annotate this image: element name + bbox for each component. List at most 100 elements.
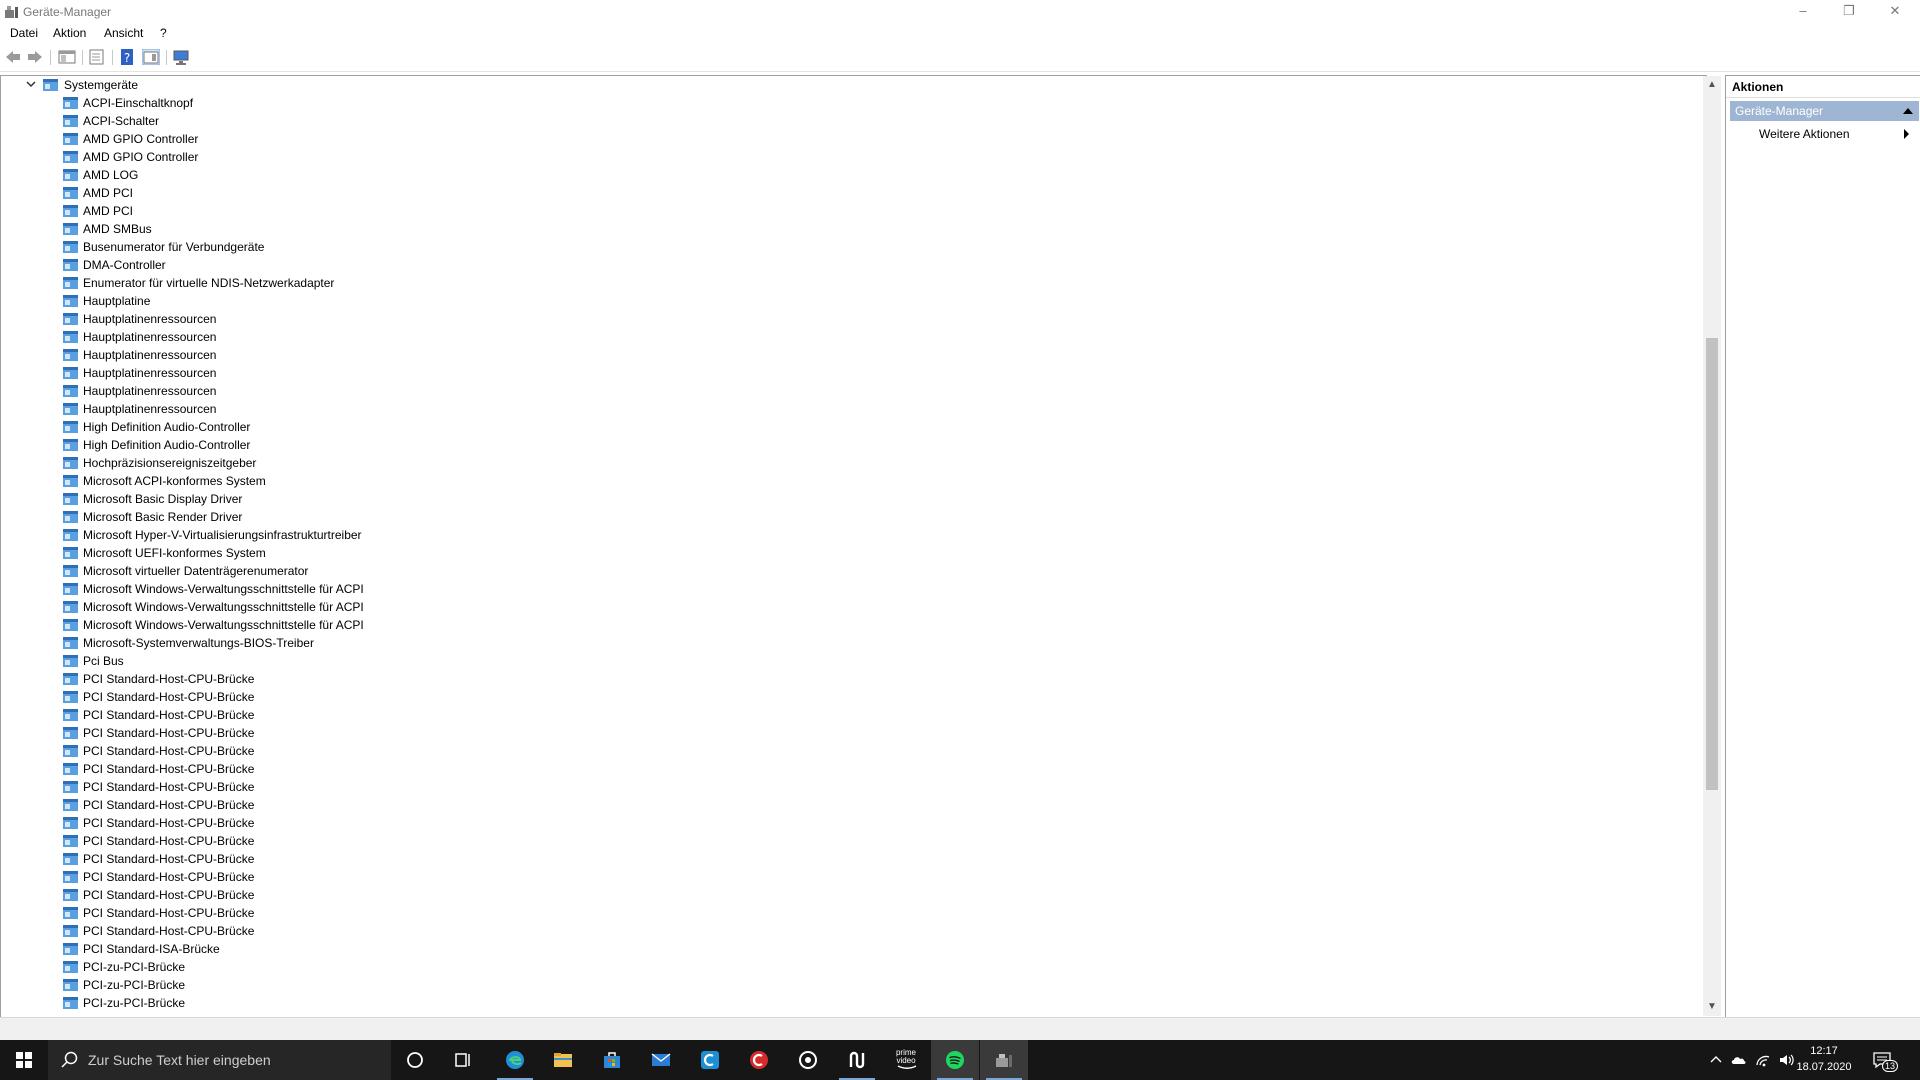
device-item[interactable]: PCI Standard-Host-CPU-Brücke — [1, 886, 1701, 904]
device-item[interactable]: PCI Standard-Host-CPU-Brücke — [1, 706, 1701, 724]
device-item[interactable]: AMD LOG — [1, 166, 1701, 184]
vertical-scrollbar[interactable]: ▲ ▼ — [1703, 76, 1721, 1016]
volume-icon[interactable] — [1778, 1052, 1794, 1068]
device-item[interactable]: Microsoft ACPI-konformes System — [1, 472, 1701, 490]
chevron-up-icon[interactable] — [1708, 1052, 1724, 1068]
close-button[interactable]: ✕ — [1872, 0, 1918, 24]
title-bar: Geräte-Manager – ❐ ✕ — [0, 0, 1920, 24]
mail-icon — [651, 1053, 671, 1066]
restore-button[interactable]: ❐ — [1826, 0, 1872, 24]
scroll-up-arrow-icon[interactable]: ▲ — [1703, 76, 1721, 94]
tree-category-systemgeraete[interactable]: Systemgeräte — [1, 76, 1701, 94]
menu-ansicht[interactable]: Ansicht — [104, 26, 143, 40]
device-manager-taskbar-button[interactable] — [980, 1040, 1028, 1080]
device-item[interactable]: AMD SMBus — [1, 220, 1701, 238]
device-item[interactable]: Hauptplatinenressourcen — [1, 364, 1701, 382]
device-item[interactable]: Microsoft virtueller Datenträgerenumerat… — [1, 562, 1701, 580]
device-item[interactable]: High Definition Audio-Controller — [1, 418, 1701, 436]
system-device-icon — [63, 547, 78, 559]
device-item[interactable]: Microsoft-Systemverwaltungs-BIOS-Treiber — [1, 634, 1701, 652]
network-icon[interactable] — [1755, 1052, 1771, 1068]
device-item[interactable]: Microsoft Windows-Verwaltungsschnittstel… — [1, 598, 1701, 616]
start-button[interactable] — [0, 1040, 48, 1080]
device-item[interactable]: PCI-zu-PCI-Brücke — [1, 994, 1701, 1012]
device-item[interactable]: Microsoft Hyper-V-Virtualisierungsinfras… — [1, 526, 1701, 544]
more-actions-link[interactable]: Weitere Aktionen — [1759, 127, 1850, 141]
device-item[interactable]: Microsoft Basic Render Driver — [1, 508, 1701, 526]
device-item[interactable]: PCI Standard-Host-CPU-Brücke — [1, 814, 1701, 832]
device-item[interactable]: PCI Standard-Host-CPU-Brücke — [1, 868, 1701, 886]
collapse-up-icon[interactable] — [1903, 108, 1913, 114]
forward-icon[interactable] — [26, 49, 44, 65]
device-item[interactable]: Microsoft UEFI-konformes System — [1, 544, 1701, 562]
taskbar-clock[interactable]: 12:17 18.07.2020 — [1794, 1043, 1854, 1075]
scrollbar-thumb[interactable] — [1706, 338, 1718, 790]
onedrive-cloud-icon[interactable] — [1731, 1052, 1747, 1068]
device-item[interactable]: Busenumerator für Verbundgeräte — [1, 238, 1701, 256]
help-icon[interactable]: ? — [118, 49, 136, 65]
properties-icon[interactable] — [88, 49, 106, 65]
device-item[interactable]: Hauptplatinenressourcen — [1, 310, 1701, 328]
device-item[interactable]: Microsoft Windows-Verwaltungsschnittstel… — [1, 580, 1701, 598]
device-item[interactable]: ACPI-Schalter — [1, 112, 1701, 130]
back-icon[interactable] — [4, 49, 22, 65]
scan-hardware-icon[interactable] — [173, 49, 191, 65]
spotify-button[interactable] — [931, 1040, 979, 1080]
actions-section-geraete-manager[interactable]: Geräte-Manager — [1730, 101, 1919, 121]
device-item[interactable]: Hochpräzisionsereigniszeitgeber — [1, 454, 1701, 472]
device-item[interactable]: Hauptplatine — [1, 292, 1701, 310]
store-button[interactable] — [588, 1040, 636, 1080]
device-item[interactable]: PCI Standard-Host-CPU-Brücke — [1, 760, 1701, 778]
chevron-down-icon[interactable] — [25, 78, 37, 90]
ccleaner-button[interactable] — [686, 1040, 734, 1080]
device-label: Enumerator für virtuelle NDIS-Netzwerkad… — [83, 276, 335, 290]
prime-video-button[interactable]: prime video — [882, 1040, 930, 1080]
action-center-button[interactable]: 13 — [1872, 1050, 1899, 1072]
task-view-button[interactable] — [439, 1040, 487, 1080]
device-item[interactable]: Pci Bus — [1, 652, 1701, 670]
device-item[interactable]: PCI Standard-Host-CPU-Brücke — [1, 796, 1701, 814]
device-item[interactable]: PCI Standard-Host-CPU-Brücke — [1, 688, 1701, 706]
device-item[interactable]: PCI Standard-Host-CPU-Brücke — [1, 850, 1701, 868]
device-item[interactable]: PCI Standard-Host-CPU-Brücke — [1, 742, 1701, 760]
device-item[interactable]: Microsoft Basic Display Driver — [1, 490, 1701, 508]
minimize-button[interactable]: – — [1780, 0, 1826, 24]
taskbar-search-box[interactable]: Zur Suche Text hier eingeben — [48, 1040, 391, 1080]
antivirus-button[interactable] — [735, 1040, 783, 1080]
device-item[interactable]: Microsoft Windows-Verwaltungsschnittstel… — [1, 616, 1701, 634]
device-item[interactable]: PCI Standard-Host-CPU-Brücke — [1, 778, 1701, 796]
submenu-arrow-icon[interactable] — [1904, 129, 1909, 139]
device-item[interactable]: AMD GPIO Controller — [1, 148, 1701, 166]
device-item[interactable]: ACPI-Einschaltknopf — [1, 94, 1701, 112]
device-item[interactable]: PCI Standard-Host-CPU-Brücke — [1, 670, 1701, 688]
device-item[interactable]: DMA-Controller — [1, 256, 1701, 274]
music-app-button[interactable] — [784, 1040, 832, 1080]
device-item[interactable]: Hauptplatinenressourcen — [1, 328, 1701, 346]
menu-aktion[interactable]: Aktion — [53, 26, 86, 40]
device-item[interactable]: Enumerator für virtuelle NDIS-Netzwerkad… — [1, 274, 1701, 292]
device-item[interactable]: Hauptplatinenressourcen — [1, 400, 1701, 418]
menu-help[interactable]: ? — [160, 26, 167, 40]
device-item[interactable]: Hauptplatinenressourcen — [1, 346, 1701, 364]
show-hide-console-tree-icon[interactable] — [58, 49, 76, 65]
device-item[interactable]: PCI-zu-PCI-Brücke — [1, 958, 1701, 976]
mail-button[interactable] — [637, 1040, 685, 1080]
device-item[interactable]: Hauptplatinenressourcen — [1, 382, 1701, 400]
show-hide-action-pane-icon[interactable] — [142, 49, 160, 65]
device-item[interactable]: High Definition Audio-Controller — [1, 436, 1701, 454]
device-item[interactable]: PCI Standard-Host-CPU-Brücke — [1, 832, 1701, 850]
device-item[interactable]: PCI Standard-Host-CPU-Brücke — [1, 724, 1701, 742]
device-item[interactable]: AMD PCI — [1, 184, 1701, 202]
device-item[interactable]: AMD PCI — [1, 202, 1701, 220]
cortana-button[interactable] — [391, 1040, 439, 1080]
edge-button[interactable] — [491, 1040, 539, 1080]
file-explorer-button[interactable] — [539, 1040, 587, 1080]
scroll-down-arrow-icon[interactable]: ▼ — [1703, 998, 1721, 1016]
menu-datei[interactable]: Datei — [10, 26, 38, 40]
device-item[interactable]: PCI Standard-Host-CPU-Brücke — [1, 922, 1701, 940]
device-item[interactable]: PCI Standard-ISA-Brücke — [1, 940, 1701, 958]
device-item[interactable]: PCI Standard-Host-CPU-Brücke — [1, 904, 1701, 922]
n-app-button[interactable] — [833, 1040, 881, 1080]
device-item[interactable]: AMD GPIO Controller — [1, 130, 1701, 148]
device-item[interactable]: PCI-zu-PCI-Brücke — [1, 976, 1701, 994]
